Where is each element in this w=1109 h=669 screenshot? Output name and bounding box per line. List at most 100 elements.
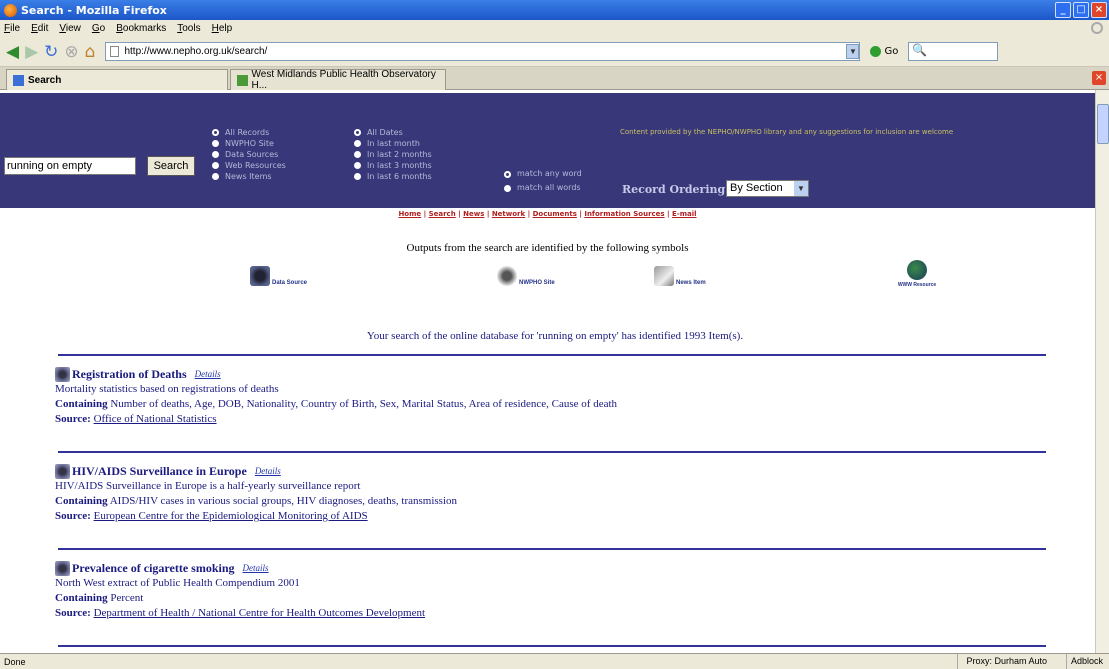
nav-link-search[interactable]: Search [429,210,456,218]
toolbar-search-box[interactable]: 🔍 [908,42,999,61]
match-option[interactable]: match any word [504,167,582,181]
radio-icon [354,151,361,158]
maximize-button[interactable]: □ [1073,2,1089,18]
tab-search[interactable]: Search [6,69,228,90]
menu-edit[interactable]: Edit [31,23,48,34]
firefox-logo-icon [4,3,17,17]
scrollbar-thumb[interactable] [1097,104,1109,144]
record-type-option[interactable]: All Records [212,127,286,138]
data-source-icon [55,464,70,479]
result-title-row: Registration of Deaths Details [55,362,617,382]
tab-west-midlands[interactable]: West Midlands Public Health Observatory … [230,69,446,91]
minimize-button[interactable]: _ [1055,2,1071,18]
date-range-option[interactable]: In last month [354,138,432,149]
search-input[interactable]: running on empty [4,157,136,175]
chevron-down-icon: ▼ [794,181,808,196]
address-url: http://www.nepho.org.uk/search/ [124,46,268,57]
record-ordering-select[interactable]: By Section ▼ [726,180,809,197]
radio-selected-icon [354,129,361,136]
symbol-data-source: Data Source [250,266,307,286]
symbol-news-item: News Item [654,266,706,286]
results-summary: Your search of the online database for '… [366,330,744,342]
reload-icon[interactable]: ↻ [44,42,58,62]
match-option[interactable]: match all words [504,181,582,195]
date-range-option[interactable]: In last 3 months [354,160,432,171]
divider [58,645,1046,647]
menu-bar: File Edit View Go Bookmarks Tools Help [0,20,1109,37]
details-link[interactable]: Details [243,561,269,576]
radio-icon [504,184,511,192]
menu-help[interactable]: Help [212,23,233,34]
record-type-options: All Records NWPHO Site Data Sources Web … [212,127,286,182]
nav-link-home[interactable]: Home [398,210,421,218]
search-button[interactable]: Search [147,156,195,176]
proxy-status[interactable]: Proxy: Durham Auto [957,654,1055,669]
go-button[interactable]: Go [870,46,898,57]
record-type-option[interactable]: Data Sources [212,149,286,160]
favicon-icon [237,74,248,86]
record-type-option[interactable]: News Items [212,171,286,182]
close-window-button[interactable]: × [1091,2,1107,18]
result-title: HIV/AIDS Surveillance in Europe [72,464,247,478]
date-range-option[interactable]: All Dates [354,127,432,138]
menu-file[interactable]: File [4,23,20,34]
date-range-options: All Dates In last month In last 2 months… [354,127,432,182]
nav-link-news[interactable]: News [463,210,484,218]
radio-selected-icon [504,170,511,178]
radio-icon [212,151,219,158]
result-source: Source: Department of Health / National … [55,607,426,619]
result-containing: Containing Percent [55,592,144,604]
data-source-icon [250,266,270,286]
window-titlebar: Search - Mozilla Firefox _ □ × [0,0,1109,20]
date-range-option[interactable]: In last 2 months [354,149,432,160]
adblock-status[interactable]: Adblock [1065,654,1107,669]
nav-link-network[interactable]: Network [492,210,525,218]
window-controls: _ □ × [1055,2,1107,18]
details-link[interactable]: Details [255,464,281,479]
home-icon[interactable]: ⌂ [85,42,96,62]
result-source: Source: Office of National Statistics [55,413,217,425]
stop-icon[interactable]: ⊗ [64,42,78,62]
symbol-www-resource: WWW Resource [897,260,937,288]
record-ordering-label: Record Ordering [622,183,726,196]
nav-link-information-sources[interactable]: Information Sources [584,210,664,218]
result-containing: Containing AIDS/HIV cases in various soc… [55,495,458,507]
menu-tools[interactable]: Tools [177,23,200,34]
radio-icon [212,173,219,180]
result-title: Registration of Deaths [72,367,187,381]
address-dropdown-icon[interactable]: ▼ [846,44,860,59]
forward-arrow-icon[interactable]: ▶ [25,42,38,62]
library-notice: Content provided by the NEPHO/NWPHO libr… [620,128,954,136]
record-type-option[interactable]: NWPHO Site [212,138,286,149]
status-bar: Done Proxy: Durham Auto Adblock [0,653,1109,669]
menu-go[interactable]: Go [92,23,105,34]
record-type-option[interactable]: Web Resources [212,160,286,171]
navigation-toolbar: ◀ ▶ ↻ ⊗ ⌂ http://www.nepho.org.uk/search… [0,37,1109,67]
result-title-row: Prevalence of cigarette smoking Details [55,556,425,576]
radio-icon [212,140,219,147]
data-source-icon [55,561,70,576]
result-title-row: HIV/AIDS Surveillance in Europe Details [55,459,457,479]
close-tab-icon[interactable]: × [1092,71,1106,85]
vertical-scrollbar[interactable] [1095,90,1109,653]
radio-icon [354,140,361,147]
date-range-option[interactable]: In last 6 months [354,171,432,182]
details-link[interactable]: Details [195,367,221,382]
source-link[interactable]: Office of National Statistics [94,413,217,425]
favicon-icon [13,74,24,86]
nav-link-documents[interactable]: Documents [533,210,577,218]
divider [58,354,1046,356]
menu-bookmarks[interactable]: Bookmarks [116,23,166,34]
result-item: HIV/AIDS Surveillance in Europe Details … [55,459,457,524]
source-link[interactable]: European Centre for the Epidemiological … [94,510,368,522]
throbber-icon [1091,22,1103,34]
menu-view[interactable]: View [59,23,81,34]
match-options: match any word match all words [504,167,582,195]
source-link[interactable]: Department of Health / National Centre f… [94,607,425,619]
nwpho-site-icon [497,266,517,286]
symbol-nwpho-site: NWPHO Site [497,266,555,286]
page-icon [110,46,120,57]
back-arrow-icon[interactable]: ◀ [6,42,19,62]
address-bar[interactable]: http://www.nepho.org.uk/search/ ▼ [105,42,861,61]
nav-link-email[interactable]: E-mail [672,210,697,218]
